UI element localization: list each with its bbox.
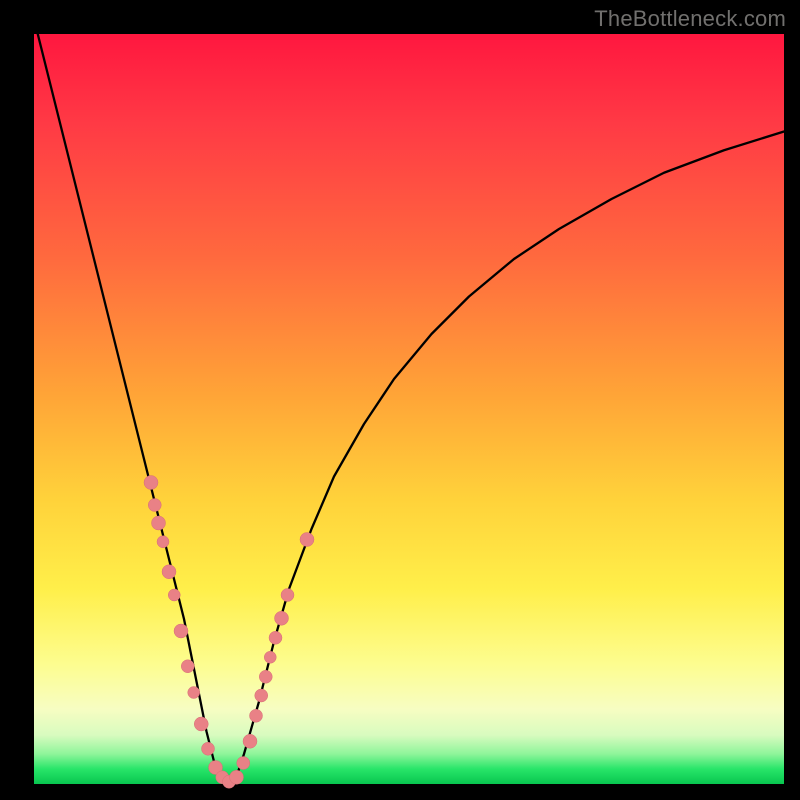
data-marker <box>152 516 166 530</box>
data-marker <box>243 734 257 748</box>
plot-area <box>34 34 784 784</box>
data-marker <box>281 589 294 602</box>
data-marker <box>174 624 188 638</box>
data-marker <box>275 611 289 625</box>
data-marker <box>300 533 314 547</box>
chart-frame: TheBottleneck.com <box>0 0 800 800</box>
data-marker <box>194 717 208 731</box>
curve-svg <box>34 34 784 784</box>
data-marker <box>162 565 176 579</box>
data-marker <box>181 660 194 673</box>
data-marker <box>250 709 263 722</box>
data-marker <box>255 689 268 702</box>
data-marker <box>168 589 180 601</box>
bottleneck-curve <box>34 19 784 783</box>
watermark-text: TheBottleneck.com <box>594 6 786 32</box>
data-marker <box>230 770 244 784</box>
data-marker <box>259 670 272 683</box>
data-marker <box>144 476 158 490</box>
data-marker <box>269 631 282 644</box>
data-marker <box>237 757 250 770</box>
data-marker <box>264 651 276 663</box>
data-marker <box>202 742 215 755</box>
data-marker <box>188 687 200 699</box>
data-marker <box>157 536 169 548</box>
data-marker <box>148 499 161 512</box>
